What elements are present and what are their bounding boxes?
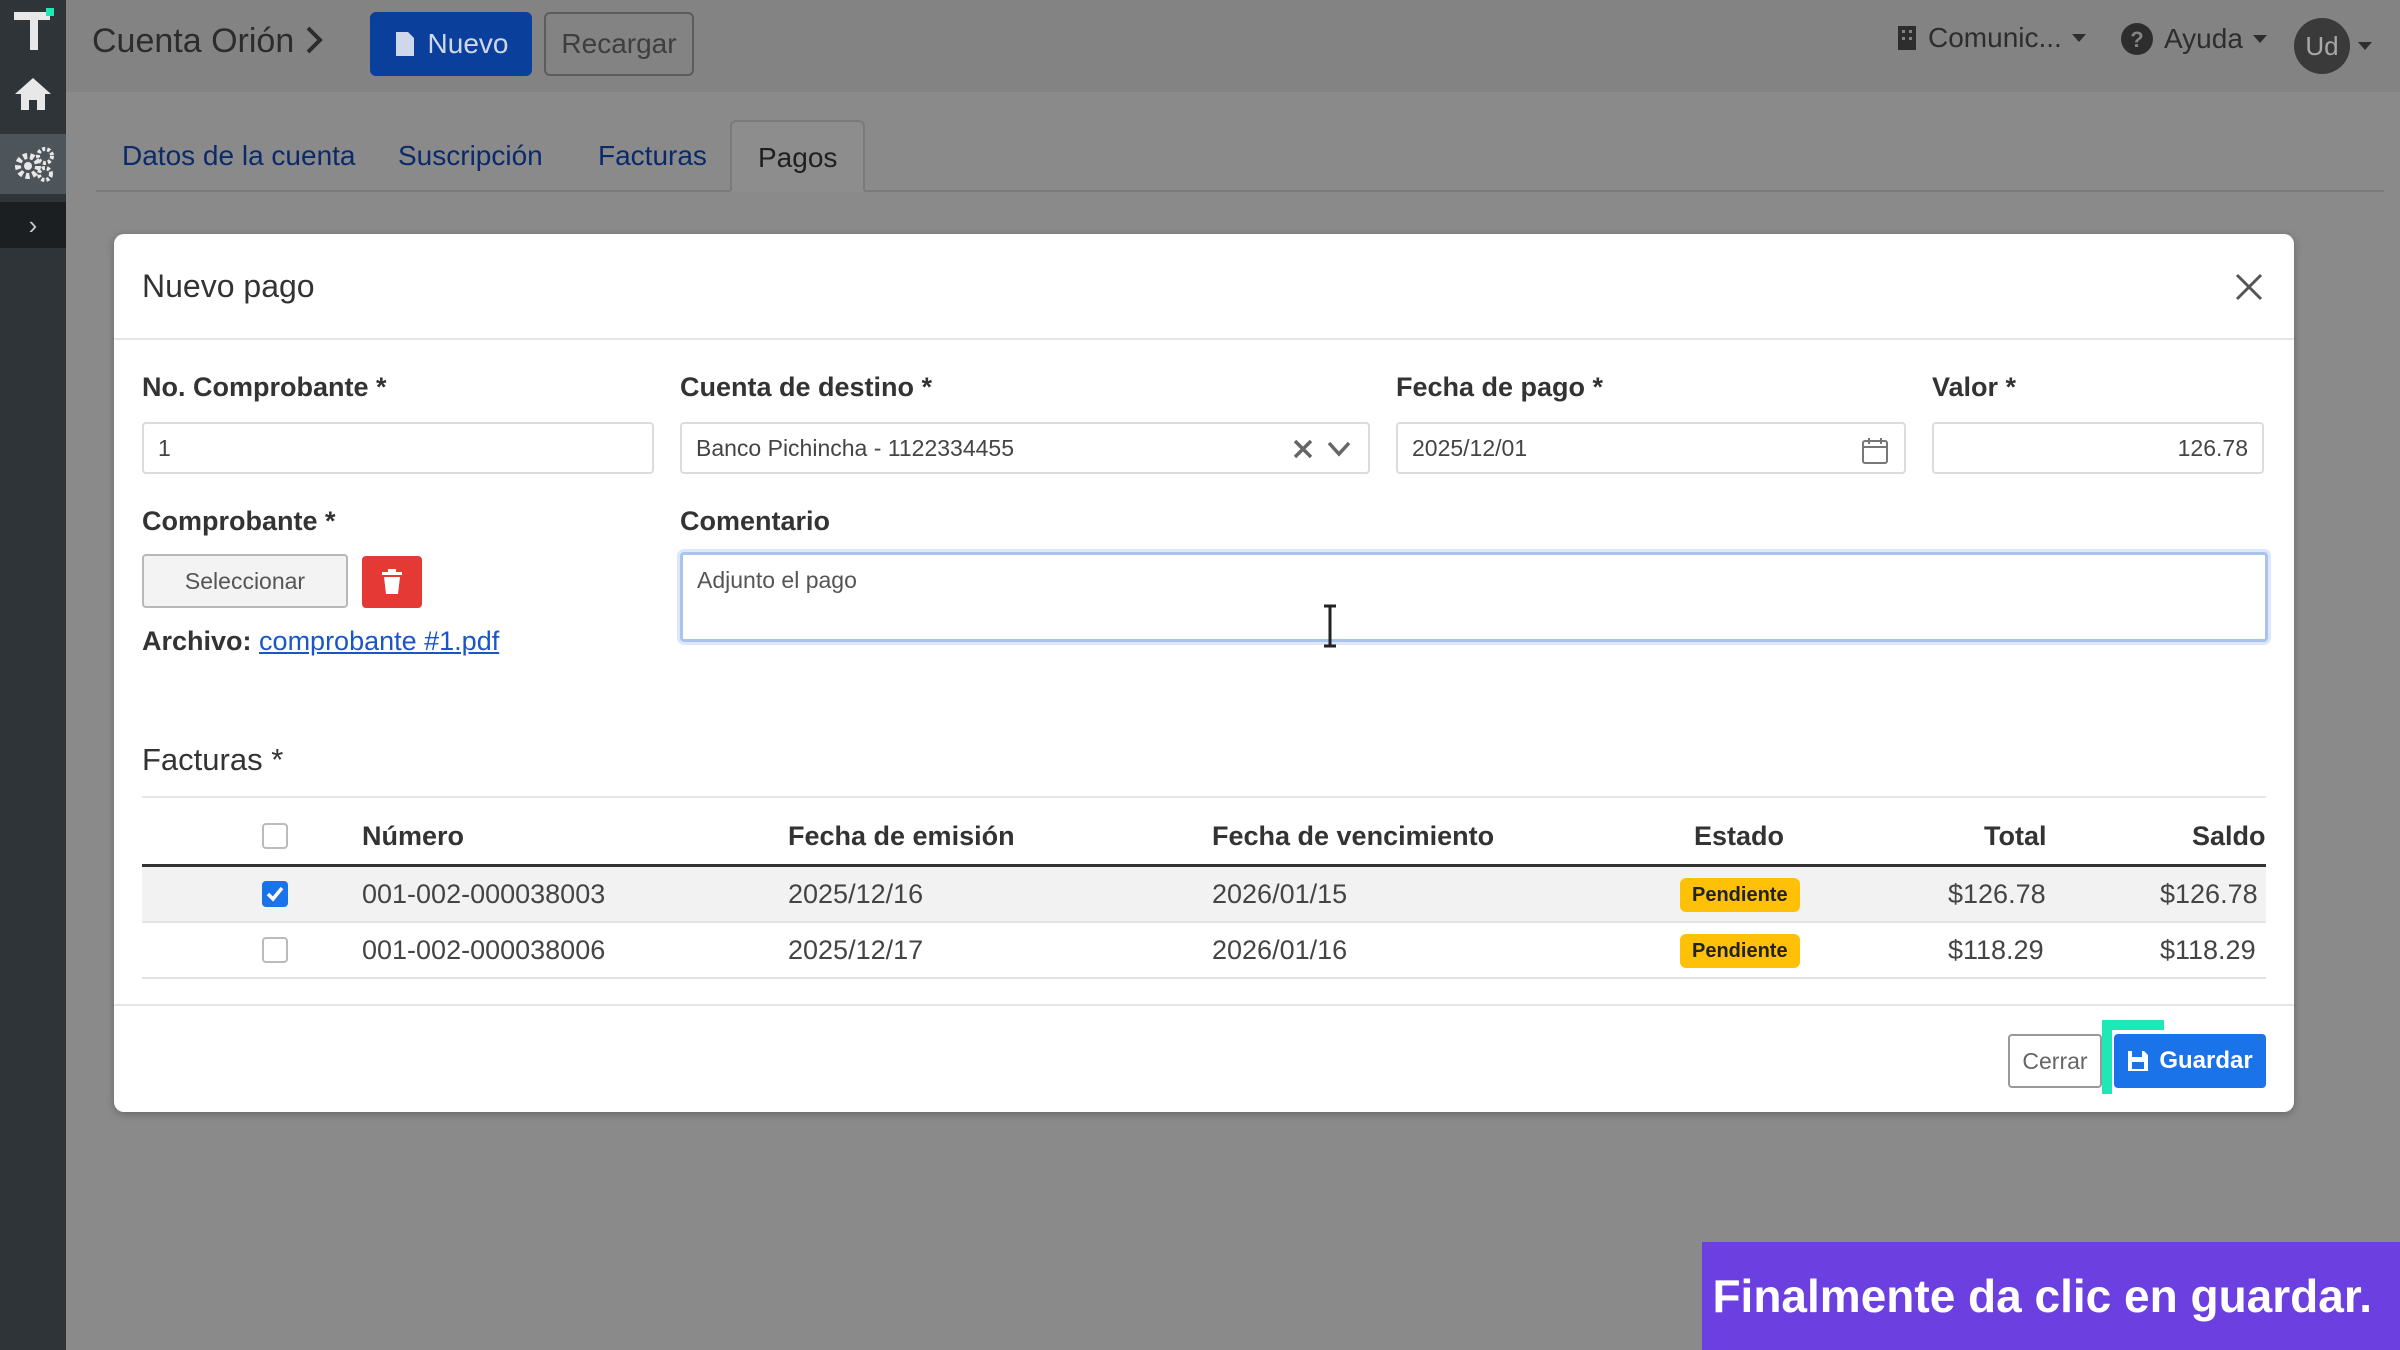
payment-date-label: Fecha de pago * xyxy=(1396,372,1604,402)
caret-down-icon xyxy=(2252,35,2267,43)
status-badge: Pendiente xyxy=(1680,878,1800,912)
sidebar-item-settings[interactable] xyxy=(0,134,66,194)
column-header-status: Estado xyxy=(1694,821,1785,851)
app-logo-icon[interactable] xyxy=(10,6,58,54)
tab-invoices[interactable]: Facturas xyxy=(572,120,733,192)
column-header-due-date: Fecha de vencimiento xyxy=(1212,821,1495,851)
reload-button[interactable]: Recargar xyxy=(544,12,694,76)
sidebar-expand-chevron-icon[interactable]: › xyxy=(0,202,66,248)
help-menu-label: Ayuda xyxy=(2164,23,2243,54)
modal-title: Nuevo pago xyxy=(142,268,315,304)
tab-account-data[interactable]: Datos de la cuenta xyxy=(96,120,382,192)
invoice-total: $118.29 xyxy=(1948,935,2044,965)
question-circle-icon: ? xyxy=(2121,23,2153,55)
company-menu[interactable]: Comunic... xyxy=(1896,22,2086,54)
status-badge: Pendiente xyxy=(1680,934,1800,968)
column-header-issue-date: Fecha de emisión xyxy=(788,821,1015,851)
destination-account-select[interactable]: Banco Pichincha - 1122334455 xyxy=(680,422,1370,474)
user-avatar[interactable]: Ud xyxy=(2294,18,2350,74)
clear-x-icon[interactable] xyxy=(1292,438,1314,460)
close-icon[interactable] xyxy=(2234,272,2264,302)
text-cursor-icon xyxy=(1324,604,1336,648)
help-menu[interactable]: ? Ayuda xyxy=(2120,22,2267,56)
account-tabs: Datos de la cuenta Suscripción Facturas … xyxy=(96,120,2384,192)
file-info: Archivo: comprobante #1.pdf xyxy=(142,626,499,657)
file-link[interactable]: comprobante #1.pdf xyxy=(259,626,499,656)
calendar-icon[interactable] xyxy=(1860,436,1890,466)
new-button-label: Nuevo xyxy=(427,28,509,59)
home-icon[interactable] xyxy=(13,74,53,114)
invoice-balance: $118.29 xyxy=(2160,935,2256,965)
column-header-number: Número xyxy=(362,821,465,851)
destination-account-value: Banco Pichincha - 1122334455 xyxy=(696,434,1014,461)
caret-down-icon xyxy=(2071,34,2086,42)
section-divider xyxy=(142,796,2266,798)
column-header-total: Total xyxy=(1984,821,2047,851)
svg-text:?: ? xyxy=(2130,27,2143,52)
invoice-number: 001-002-000038003 xyxy=(362,879,606,909)
tutorial-caption: Finalmente da clic en guardar. xyxy=(1702,1242,2400,1350)
destination-account-label: Cuenta de destino * xyxy=(680,372,933,402)
payment-date-input[interactable]: 2025/12/01 xyxy=(1396,422,1906,474)
comment-label: Comentario xyxy=(680,506,831,536)
chevron-down-icon[interactable] xyxy=(1326,438,1352,460)
document-icon xyxy=(395,32,414,56)
receipt-label: Comprobante * xyxy=(142,506,336,536)
building-icon xyxy=(1898,26,1916,50)
close-button[interactable]: Cerrar xyxy=(2008,1034,2102,1088)
user-menu-caret-icon[interactable] xyxy=(2358,42,2372,50)
select-all-checkbox[interactable] xyxy=(262,823,288,849)
page-title: Cuenta Orión xyxy=(92,22,295,60)
file-label: Archivo: xyxy=(142,626,252,656)
invoice-issue-date: 2025/12/16 xyxy=(788,879,924,909)
chevron-right-icon xyxy=(306,26,323,54)
receipt-no-input[interactable]: 1 xyxy=(142,422,654,474)
trash-icon xyxy=(382,569,402,594)
column-header-balance: Saldo xyxy=(2192,821,2266,851)
invoice-total: $126.78 xyxy=(1948,879,2046,909)
save-button-label: Guardar xyxy=(2159,1047,2253,1074)
invoice-due-date: 2026/01/15 xyxy=(1212,879,1348,909)
modal-header: Nuevo pago xyxy=(114,234,2294,340)
tab-payments[interactable]: Pagos xyxy=(730,120,866,192)
gears-icon xyxy=(15,147,54,182)
select-file-button[interactable]: Seleccionar xyxy=(142,554,348,608)
check-icon xyxy=(266,886,284,902)
comment-textarea[interactable]: Adjunto el pago xyxy=(680,552,2268,642)
payment-date-value: 2025/12/01 xyxy=(1412,434,1528,461)
amount-label: Valor * xyxy=(1932,372,2017,402)
row-checkbox-checked[interactable] xyxy=(262,881,288,907)
amount-input[interactable]: 126.78 xyxy=(1932,422,2264,474)
save-button[interactable]: Guardar xyxy=(2114,1034,2266,1088)
sidebar: › xyxy=(0,0,66,1350)
invoice-due-date: 2026/01/16 xyxy=(1212,935,1348,965)
tab-subscription[interactable]: Suscripción xyxy=(372,120,569,192)
invoices-section-title: Facturas * xyxy=(142,742,284,777)
top-header: Cuenta Orión Nuevo Recargar Comunic... ?… xyxy=(66,0,2400,92)
invoice-number: 001-002-000038006 xyxy=(362,935,606,965)
modal-footer-divider xyxy=(114,1004,2294,1006)
new-payment-modal: Nuevo pago No. Comprobante * Cuenta de d… xyxy=(114,234,2294,1112)
table-row[interactable]: 001-002-000038003 2025/12/16 2026/01/15 … xyxy=(142,867,2266,923)
floppy-disk-icon xyxy=(2128,1051,2149,1071)
row-checkbox[interactable] xyxy=(262,937,288,963)
table-row[interactable]: 001-002-000038006 2025/12/17 2026/01/16 … xyxy=(142,923,2266,979)
delete-file-button[interactable] xyxy=(362,556,422,608)
invoice-balance: $126.78 xyxy=(2160,879,2258,909)
invoice-issue-date: 2025/12/17 xyxy=(788,935,924,965)
new-button[interactable]: Nuevo xyxy=(370,12,532,76)
receipt-no-label: No. Comprobante * xyxy=(142,372,387,402)
company-menu-label: Comunic... xyxy=(1928,22,2062,53)
